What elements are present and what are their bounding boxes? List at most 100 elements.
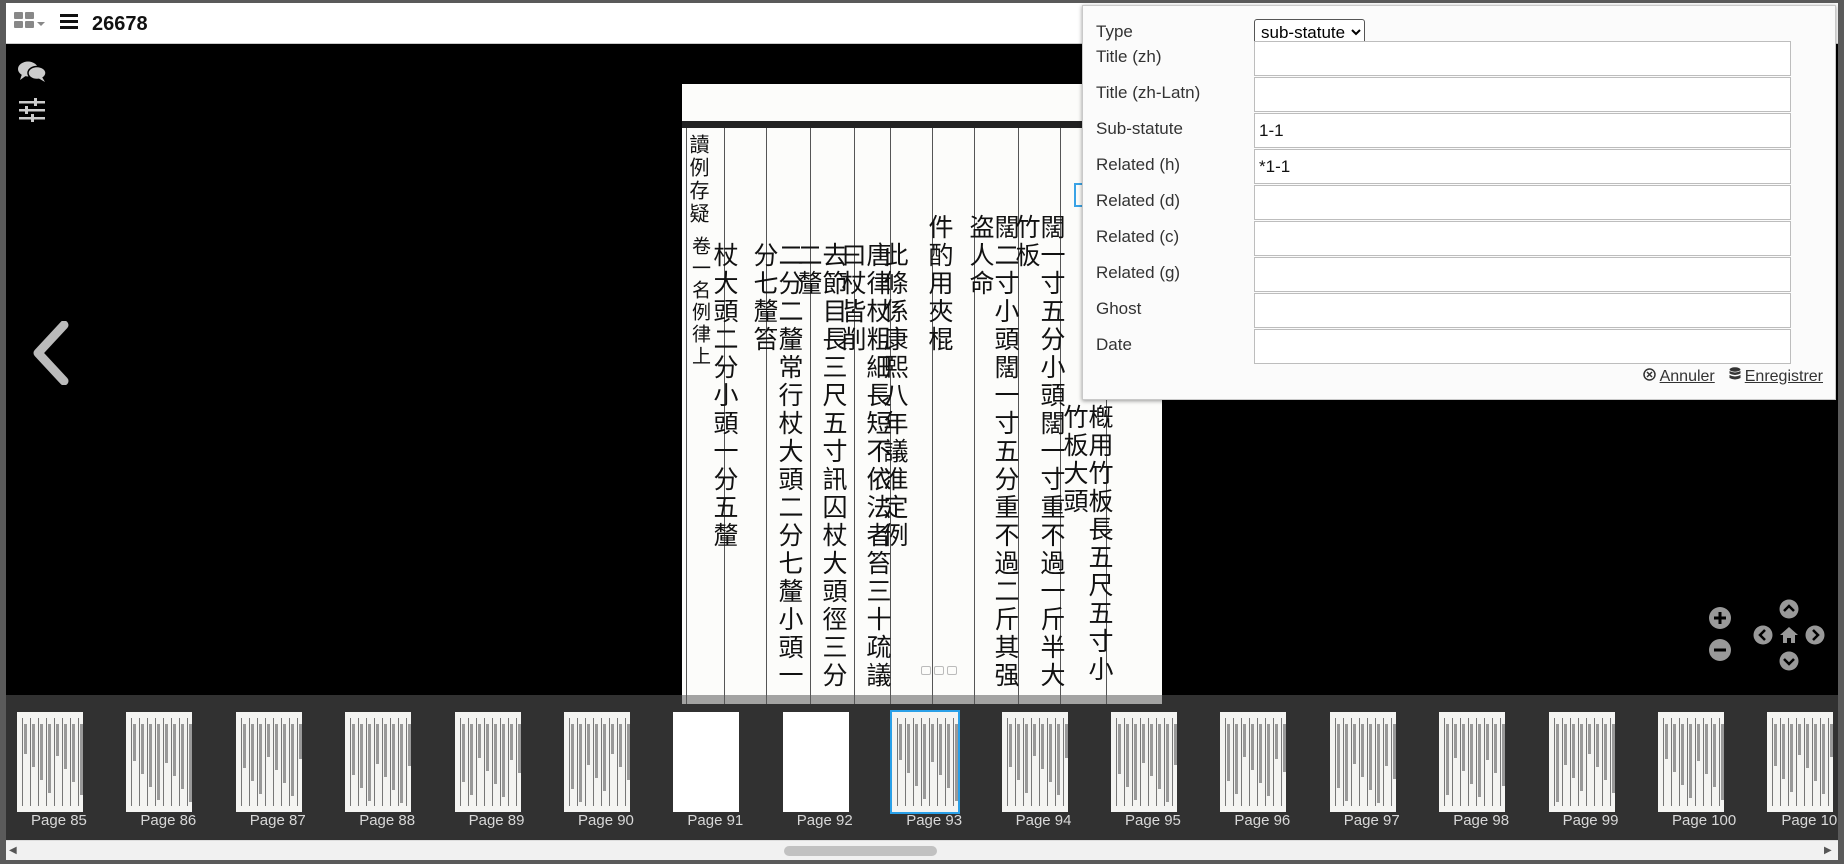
pan-right-button[interactable] (1805, 625, 1825, 645)
zoom-in-button[interactable] (1708, 606, 1732, 630)
thumbnail-label: Page 95 (1125, 812, 1181, 829)
thumbnail-strip[interactable]: Page 85 Page 86 Page 87 Page 88 Page 89 Page … (6, 695, 1838, 840)
thumbnail-label: Page 85 (31, 812, 87, 829)
scrollbar-thumb[interactable] (784, 846, 937, 856)
form-row: Title (zh-Latn) (1096, 77, 1831, 113)
page-thumbnail[interactable] (1658, 712, 1724, 812)
sliders-icon (19, 98, 45, 126)
viewer-app: 26678 讀例存疑 卷一名例律上 闊一寸五分小頭闊一寸重不過一斤半大竹板 闊二… (6, 3, 1838, 860)
thumbnail-label: Page 97 (1343, 812, 1400, 829)
chevron-down-icon (1779, 651, 1799, 671)
field-input[interactable] (1254, 293, 1791, 328)
grid-icon (14, 12, 36, 35)
page-thumbnail[interactable] (454, 712, 521, 812)
settings-button[interactable] (19, 98, 45, 127)
page-thumbnail[interactable] (1767, 712, 1834, 812)
caret-down-icon (36, 15, 46, 33)
field-input[interactable] (1254, 41, 1791, 76)
form-row: Related (h) (1096, 149, 1831, 185)
field-label: Related (h) (1096, 155, 1181, 174)
form-row: Sub-statute (1096, 113, 1831, 149)
type-label: Type (1096, 22, 1133, 41)
field-input[interactable] (1254, 113, 1791, 148)
strip-drag-handle[interactable] (921, 666, 957, 675)
hamburger-menu-button[interactable] (60, 13, 78, 34)
form-row: Title (zh) (1096, 41, 1831, 77)
scroll-right-arrow-icon[interactable]: ▶ (1824, 845, 1832, 856)
page-thumbnail[interactable] (1111, 712, 1177, 812)
chevron-left-icon (30, 320, 72, 389)
field-input[interactable] (1254, 221, 1791, 256)
pan-down-button[interactable] (1779, 651, 1799, 671)
form-row: Date (1096, 329, 1831, 365)
page-thumbnail[interactable] (1001, 712, 1068, 812)
save-label: Enregistrer (1744, 367, 1823, 385)
page-thumbnail[interactable] (126, 712, 193, 812)
database-icon (1729, 367, 1741, 386)
field-label: Date (1096, 335, 1132, 354)
page-thumbnail[interactable] (345, 712, 412, 812)
field-label: Sub-statute (1096, 119, 1183, 138)
page-thumbnail[interactable] (673, 712, 740, 812)
form-row: Related (g) (1096, 257, 1831, 293)
pan-left-button[interactable] (1753, 625, 1773, 645)
page-volume-label: 卷一名例律上 (689, 236, 711, 368)
thumbnail-label: Page 99 (1562, 812, 1619, 829)
thumbnail-label: Page 100 (1672, 812, 1737, 829)
page-thumbnail[interactable] (890, 710, 961, 814)
page-thumbnail[interactable] (1548, 712, 1615, 812)
previous-page-button[interactable] (30, 320, 72, 390)
scroll-left-arrow-icon[interactable]: ◀ (9, 845, 17, 856)
page-thumbnail[interactable] (1329, 712, 1396, 812)
thumbnail-label: Page 88 (359, 812, 416, 829)
zoom-out-button[interactable] (1708, 638, 1732, 662)
field-input[interactable] (1254, 149, 1791, 184)
thumbnail-label: Page 98 (1453, 812, 1510, 829)
thumbnail-label: Page 87 (249, 812, 306, 829)
page-thumbnail[interactable] (17, 712, 83, 812)
cancel-button[interactable]: Annuler (1642, 367, 1715, 386)
form-row: Related (d) (1096, 185, 1831, 221)
thumbnail-label: Page 90 (578, 812, 634, 829)
comments-icon (17, 61, 47, 89)
form-row: Related (c) (1096, 221, 1831, 257)
home-icon (1779, 625, 1799, 645)
thumbnail-label: Page 92 (796, 812, 853, 829)
text-column-8: 杖大頭二分小頭一分五釐 (710, 242, 739, 550)
field-label: Title (zh) (1096, 47, 1162, 66)
field-input[interactable] (1254, 185, 1791, 220)
thumbnail-label: Page 96 (1234, 812, 1291, 829)
field-input[interactable] (1254, 77, 1791, 112)
hamburger-menu-icon (60, 14, 78, 33)
pan-up-button[interactable] (1779, 599, 1799, 619)
page-thumbnail[interactable] (782, 712, 849, 812)
chevron-right-icon (1805, 625, 1825, 645)
save-button[interactable]: Enregistrer (1729, 367, 1823, 386)
page-thumbnail[interactable] (564, 712, 630, 812)
thumbnail-label: Page 89 (468, 812, 525, 829)
page-thumbnail[interactable] (1220, 712, 1287, 812)
page-thumbnail[interactable] (235, 712, 302, 812)
thumbnail-label: Page 93 (906, 812, 963, 829)
text-column-2: 闊二寸小頭闊一寸五分重不過二斤其强盗人命 (966, 214, 1020, 690)
metadata-form-panel: Type sub-statute Title (zh) Title (zh-Lat… (1082, 5, 1836, 400)
view-switcher-button[interactable] (14, 12, 46, 35)
horizontal-scrollbar[interactable]: ◀ ▶ (6, 840, 1838, 860)
document-id: 26678 (92, 13, 148, 35)
thumbnail-label: Page 94 (1015, 812, 1072, 829)
cancel-circle-icon (1642, 367, 1656, 386)
thumbnail-label: Page 101 (1781, 812, 1838, 829)
page-thumbnail[interactable] (1439, 712, 1506, 812)
field-input[interactable] (1254, 329, 1791, 364)
field-label: Related (c) (1096, 227, 1180, 246)
form-actions: Annuler Enregistrer (1642, 367, 1823, 386)
thumbnail-label: Page 86 (140, 812, 197, 829)
plus-circle-icon (1708, 606, 1732, 630)
home-button[interactable] (1779, 625, 1799, 645)
comments-button[interactable] (17, 59, 47, 90)
field-label: Related (d) (1096, 191, 1181, 210)
chevron-left-icon (1753, 625, 1773, 645)
form-row: Ghost (1096, 293, 1831, 329)
field-label: Title (zh-Latn) (1096, 83, 1201, 102)
field-input[interactable] (1254, 257, 1791, 292)
